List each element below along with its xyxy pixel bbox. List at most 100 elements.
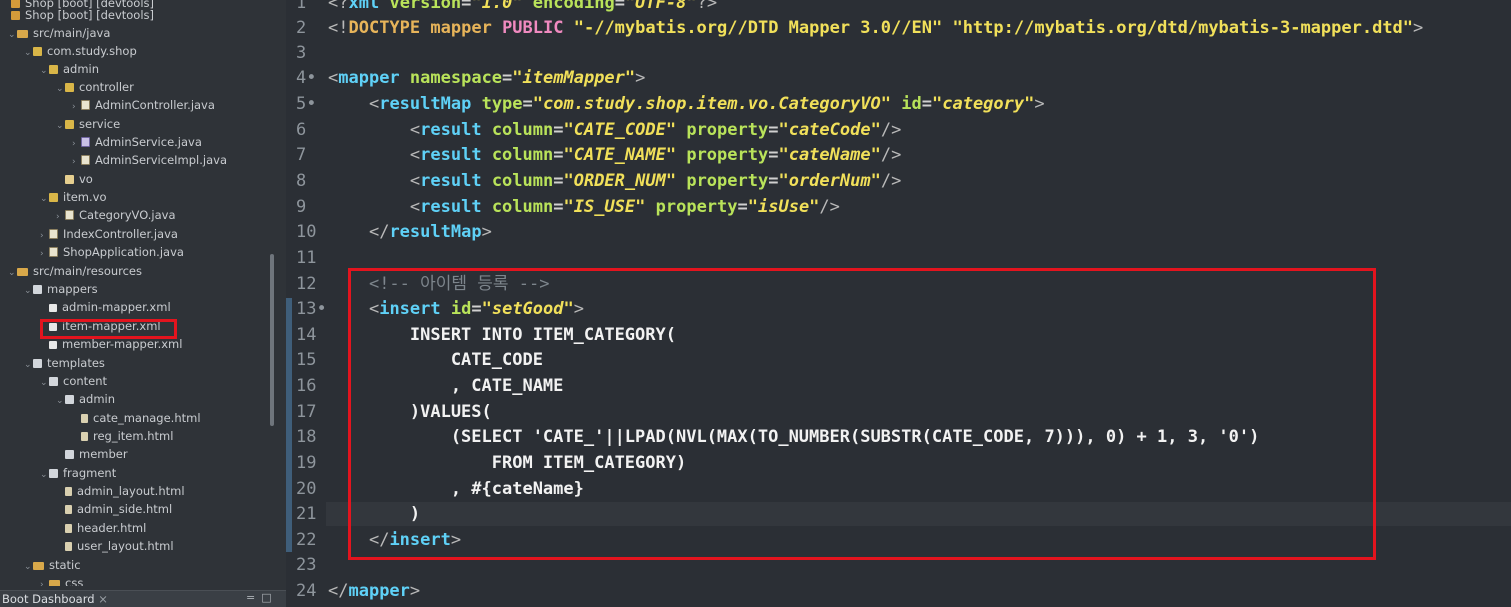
- java-file-icon: [81, 100, 90, 110]
- tree-item-label: item.vo: [63, 190, 107, 204]
- tree-item[interactable]: › IndexController.java: [40, 225, 178, 243]
- java-file-icon: [49, 247, 58, 257]
- code-line: <result column="ORDER_NUM" property="ord…: [409, 171, 902, 191]
- line-number: 4•: [296, 68, 317, 88]
- xml-file-icon: [49, 341, 57, 349]
- code-line: </resultMap>: [368, 222, 492, 242]
- tree-item[interactable]: admin_side.html: [56, 500, 172, 518]
- tree-item-label: admin_layout.html: [77, 484, 185, 498]
- collapse-chevron-icon[interactable]: ›: [72, 98, 81, 116]
- expand-chevron-icon[interactable]: ⌄: [24, 44, 33, 62]
- java-interface-icon: [81, 137, 90, 147]
- line-number: 9: [296, 197, 307, 217]
- folder-grid-icon: [49, 469, 58, 478]
- java-file-icon: [81, 155, 90, 165]
- tree-item[interactable]: › CategoryVO.java: [56, 206, 176, 224]
- view-controls[interactable]: =□: [246, 591, 278, 604]
- collapse-chevron-icon[interactable]: ›: [40, 576, 49, 586]
- collapse-chevron-icon[interactable]: ›: [40, 245, 49, 263]
- tree-item[interactable]: ⌄ content: [40, 372, 107, 390]
- tree-item[interactable]: › AdminServiceImpl.java: [72, 151, 227, 169]
- tree-item[interactable]: ⌄ admin: [40, 60, 99, 78]
- xml-editor[interactable]: 1 2 3 4• 5• 6 7 8 9 10 11 12 13• 14 15 1…: [286, 0, 1511, 607]
- tree-item[interactable]: ⌄ com.study.shop: [24, 42, 137, 60]
- tree-item[interactable]: ⌄ src/main/resources: [8, 262, 142, 280]
- line-number: 18: [296, 427, 317, 447]
- boot-dashboard-tab[interactable]: Boot Dashboard × =□: [0, 590, 286, 607]
- tree-item[interactable]: header.html: [56, 519, 146, 537]
- tree-item-label: admin: [63, 62, 100, 76]
- tree-item[interactable]: cate_manage.html: [72, 409, 201, 427]
- tree-item[interactable]: Shop [boot] [devtools]: [2, 6, 154, 24]
- line-number: 12: [296, 274, 317, 294]
- tree-item[interactable]: user_layout.html: [56, 537, 174, 555]
- package-icon: [49, 193, 58, 202]
- collapse-chevron-icon[interactable]: ›: [72, 153, 81, 171]
- tree-item[interactable]: admin-mapper.xml: [40, 298, 171, 316]
- folder-icon: [49, 580, 60, 586]
- tree-item-label: AdminService.java: [95, 135, 202, 149]
- tree-item[interactable]: ⌄ service: [56, 115, 120, 133]
- line-number: 24: [296, 581, 317, 601]
- tree-item[interactable]: ⌄ src/main/java: [8, 24, 110, 42]
- expand-chevron-icon[interactable]: ⌄: [24, 356, 33, 374]
- maximize-icon[interactable]: □: [261, 591, 277, 604]
- expand-chevron-icon[interactable]: ⌄: [8, 26, 17, 44]
- folder-icon: [33, 562, 44, 570]
- tree-item-label: service: [79, 117, 121, 131]
- tree-item-label: member-mapper.xml: [62, 337, 183, 351]
- project-icon: [11, 11, 20, 20]
- tree-item[interactable]: ⌄ item.vo: [40, 188, 106, 206]
- expand-chevron-icon[interactable]: ⌄: [24, 282, 33, 300]
- tree-item[interactable]: › ShopApplication.java: [40, 243, 184, 261]
- expand-chevron-icon[interactable]: ⌄: [40, 466, 49, 484]
- code-line: <?xml version="1.0" encoding="UTF-8"?>: [328, 0, 718, 13]
- expand-chevron-icon[interactable]: ⌄: [56, 80, 65, 98]
- tree-item[interactable]: › AdminController.java: [72, 96, 215, 114]
- expand-chevron-icon[interactable]: ⌄: [24, 558, 33, 576]
- expand-chevron-icon[interactable]: ⌄: [56, 392, 65, 410]
- code-line: <result column="IS_USE" property="isUse"…: [409, 197, 840, 217]
- tree-item[interactable]: vo: [56, 170, 93, 188]
- tree-item-label: AdminServiceImpl.java: [95, 153, 227, 167]
- tree-item-label: AdminController.java: [95, 98, 215, 112]
- folder-grid-icon: [65, 450, 74, 459]
- highlight-box-insert-block: [348, 268, 1376, 560]
- tree-item[interactable]: ⌄ controller: [56, 78, 134, 96]
- tree-item[interactable]: ⌄ admin: [56, 390, 115, 408]
- tree-item[interactable]: member: [56, 445, 128, 463]
- line-number: 21: [296, 504, 317, 524]
- expand-chevron-icon[interactable]: ⌄: [40, 62, 49, 80]
- tree-item-label: header.html: [77, 521, 147, 535]
- line-number: 8: [296, 171, 307, 191]
- tree-item-label: com.study.shop: [47, 44, 137, 58]
- expand-chevron-icon[interactable]: ⌄: [8, 264, 17, 282]
- explorer-scrollbar[interactable]: [270, 254, 274, 426]
- line-number: 14: [296, 325, 317, 345]
- tree-item-label: admin: [79, 392, 116, 406]
- line-number: 22: [296, 530, 317, 550]
- minimize-icon[interactable]: =: [246, 591, 261, 604]
- tree-item-label: ShopApplication.java: [63, 245, 184, 259]
- tree-item[interactable]: ⌄ static: [24, 556, 81, 574]
- package-icon: [65, 120, 74, 129]
- line-number: 13•: [296, 299, 327, 319]
- tree-item[interactable]: ⌄ templates: [24, 354, 105, 372]
- close-icon[interactable]: ×: [98, 592, 108, 606]
- tree-item-label: Shop [boot] [devtools]: [25, 8, 155, 22]
- expand-chevron-icon[interactable]: ⌄: [40, 374, 49, 392]
- tree-item[interactable]: › css: [40, 574, 83, 586]
- package-icon: [33, 47, 42, 56]
- tree-item[interactable]: ⌄ mappers: [24, 280, 98, 298]
- expand-chevron-icon[interactable]: ⌄: [40, 190, 49, 208]
- line-number: 16: [296, 376, 317, 396]
- collapse-chevron-icon[interactable]: ›: [56, 208, 65, 226]
- boot-dashboard-label: Boot Dashboard ×: [2, 592, 108, 606]
- tree-item[interactable]: admin_layout.html: [56, 482, 185, 500]
- expand-chevron-icon[interactable]: ⌄: [56, 117, 65, 135]
- tree-item[interactable]: › AdminService.java: [72, 133, 202, 151]
- line-number: 23: [296, 555, 317, 575]
- tree-item[interactable]: reg_item.html: [72, 427, 173, 445]
- tree-item[interactable]: ⌄ fragment: [40, 464, 116, 482]
- folder-grid-icon: [49, 377, 58, 386]
